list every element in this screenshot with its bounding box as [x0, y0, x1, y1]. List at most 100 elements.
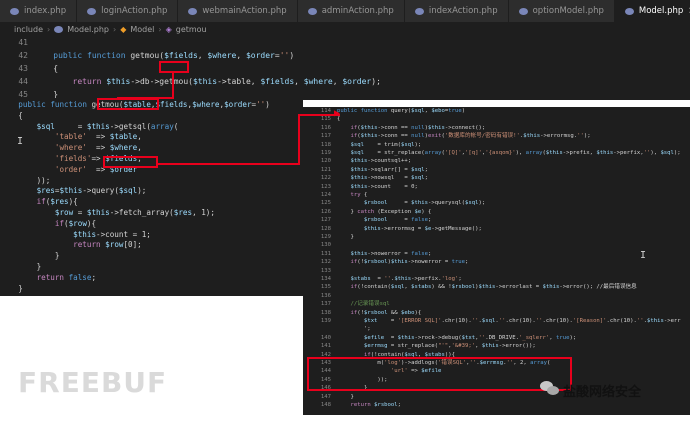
code-text: } catch (Exception $e) {: [337, 208, 432, 215]
php-file-icon: [10, 7, 19, 15]
line-number: 129: [320, 234, 331, 240]
tab-label: webmainAction.php: [202, 6, 287, 16]
tab-label: optionModel.php: [532, 6, 604, 16]
code-text: }: [337, 393, 354, 400]
code-text: return $rsbool;: [350, 402, 402, 408]
code-text: if($row){: [54, 218, 97, 228]
code-text: ';: [337, 326, 371, 333]
line-number: 123: [320, 183, 331, 190]
breadcrumb-include[interactable]: include: [14, 25, 43, 34]
php-file-icon: [414, 7, 424, 15]
code-text: }: [0, 262, 42, 271]
tab-index-php[interactable]: index.php: [0, 0, 78, 22]
code-text: {: [0, 110, 23, 120]
php-file-icon: [307, 7, 317, 15]
code-text: $sql = str_replace(array('[Q]','[q]','{a…: [350, 150, 681, 156]
php-file-icon: [54, 25, 64, 33]
top-code-area[interactable]: 41 42 public function getmou($fields, $wh…: [0, 36, 690, 100]
code-text: return false;: [36, 272, 97, 282]
tab-optionmodel-php[interactable]: optionModel.php: [508, 0, 615, 22]
line-number: 136: [320, 292, 331, 299]
line-number: 122: [320, 175, 331, 182]
connector-line: [158, 163, 300, 165]
php-file-icon: [518, 7, 528, 15]
line-number: 118: [320, 141, 331, 148]
breadcrumb-file[interactable]: Model.php: [67, 25, 109, 34]
line-number: 140: [320, 334, 331, 341]
tab-indexaction-php[interactable]: indexAction.php: [404, 0, 509, 22]
highlight-getmou-call: [159, 61, 189, 73]
code-text: $rsbool = $this->querysql($sql);: [363, 200, 486, 207]
code-text: }: [337, 234, 354, 240]
line-number: 43: [18, 64, 28, 73]
code-text: if(!$rsbool && $ebo){: [350, 309, 422, 316]
watermark-account: 盐酸网络安全: [563, 385, 642, 400]
code-text: if(!$rsbool)$this->nowerror = true;: [350, 259, 469, 266]
line-number: 117: [320, 133, 331, 140]
left-code-panel[interactable]: public function getmou($table,$fields,$w…: [0, 98, 303, 296]
code-text: ));: [0, 175, 51, 185]
code-text: $res=$this->query($sql);: [36, 186, 147, 196]
php-file-icon: [624, 7, 634, 15]
line-number: 141: [320, 343, 331, 350]
tab-loginaction-php[interactable]: loginAction.php: [77, 0, 179, 22]
line-number: 128: [320, 225, 331, 232]
chevron-right-icon: ›: [158, 24, 162, 34]
line-number: 125: [320, 200, 331, 207]
code-text: return $this->db->getmou($this->table, $…: [72, 77, 381, 86]
text-cursor-icon: I: [17, 136, 24, 147]
left-code-area[interactable]: public function getmou($table,$fields,$w…: [0, 100, 303, 296]
line-number: 121: [320, 166, 331, 173]
line-number: 41: [18, 38, 28, 47]
code-text: if($this->conn == null)$this->connect();: [350, 124, 486, 131]
code-text: $this->nowerror = false;: [350, 250, 432, 257]
line-number: 119: [320, 150, 331, 156]
tab-webmainaction-php[interactable]: webmainAction.php: [178, 0, 298, 22]
code-text: $sql = $this->getsql(array(: [36, 121, 179, 131]
line-number: 130: [320, 242, 331, 249]
line-number: 138: [320, 309, 331, 316]
connector-line: [298, 114, 300, 165]
tab-label: loginAction.php: [101, 6, 168, 16]
watermark-logo: FREEBUF: [18, 366, 168, 399]
highlight-function-def: [97, 98, 159, 110]
highlight-log-block: [307, 357, 572, 391]
code-text: $efile = $this->rock->debug($txt,''.DB_D…: [363, 334, 577, 341]
code-text: $this->sqlarr[] = $sql;: [350, 166, 428, 173]
code-text: if($res){: [36, 197, 78, 207]
php-file-icon: [188, 7, 198, 15]
text-cursor-icon: I: [640, 250, 647, 261]
tab-adminaction-php[interactable]: adminAction.php: [297, 0, 405, 22]
code-text: $this->nowsql = $sql;: [350, 175, 428, 182]
line-number: 133: [320, 267, 331, 274]
code-text: $stabs = ''.$this->perfix.'log';: [350, 276, 462, 282]
wechat-icon: [540, 381, 560, 397]
line-number: 134: [320, 276, 331, 282]
breadcrumb-method[interactable]: getmou: [176, 25, 207, 34]
code-text: $this->countsql++;: [350, 158, 412, 165]
line-number: 120: [320, 158, 331, 165]
line-number: 126: [320, 208, 331, 215]
class-icon: ◆: [120, 24, 127, 34]
line-number: 135: [320, 284, 331, 291]
line-number: 139: [320, 318, 331, 324]
code-text: return $row[0];: [73, 240, 142, 250]
code-text: $row = $this->fetch_array($res, 1);: [54, 208, 215, 217]
line-number: 127: [320, 217, 331, 224]
tab-label: index.php: [24, 6, 67, 16]
code-text: $this->count = 0;: [350, 183, 418, 190]
tab-label: adminAction.php: [321, 6, 394, 16]
line-number: 147: [320, 393, 331, 400]
tab-model-php[interactable]: Model.php×: [614, 0, 690, 22]
breadcrumb: include › Model.php › ◆ Model › ◈ getmou: [0, 22, 690, 36]
connector-line: [172, 73, 174, 99]
breadcrumb-class[interactable]: Model: [130, 25, 154, 34]
line-number: 131: [320, 250, 331, 257]
chevron-right-icon: ›: [46, 24, 51, 34]
line-number: 115: [320, 116, 331, 123]
line-number: 116: [320, 124, 331, 131]
line-number: 42: [18, 51, 28, 60]
code-text: //记录错误sql: [337, 301, 390, 308]
code-text: $rsbool = false;: [363, 217, 432, 224]
php-file-icon: [87, 7, 97, 15]
